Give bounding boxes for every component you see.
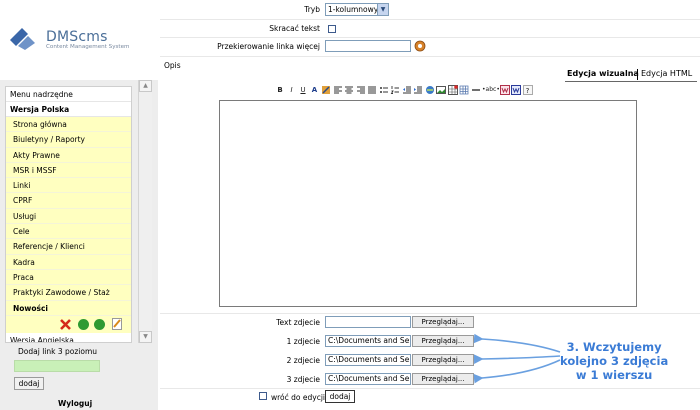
menu-item-msr[interactable]: MSR i MSSF — [6, 162, 131, 179]
annotation-callout: 3. Wczytujemy kolejno 3 zdjęcia w 1 wier… — [560, 340, 668, 382]
move-up-icon[interactable] — [78, 318, 89, 330]
scroll-up-icon[interactable]: ▲ — [139, 80, 152, 92]
photo-1-input[interactable]: C:\Documents and Se — [325, 335, 411, 347]
photo-2-label: 2 zdjecie — [286, 356, 320, 365]
table-grid-icon[interactable] — [459, 85, 469, 95]
add-level3-button[interactable]: dodaj — [14, 377, 44, 390]
row-divider — [160, 388, 700, 389]
return-to-edit-label: wróć do edycji — [271, 393, 325, 402]
bold-button[interactable]: B — [275, 85, 285, 95]
dmscms-logo-icon — [10, 28, 35, 50]
add-level3-label: Dodaj link 3 poziomu — [18, 347, 98, 356]
description-label: Opis — [164, 61, 181, 70]
menu-item-nowosci[interactable]: Nowości — [6, 300, 131, 316]
text-photo-label: Text zdjecie — [276, 318, 320, 327]
abbr-button[interactable]: •abc• — [482, 85, 500, 95]
redirect-link-input[interactable] — [325, 40, 411, 52]
chevron-down-icon: ▼ — [377, 4, 388, 15]
menu-parent-link[interactable]: Menu nadrzędne — [6, 87, 131, 102]
italic-button[interactable]: I — [287, 85, 297, 95]
text-photo-input[interactable] — [325, 316, 411, 328]
insert-image-icon[interactable] — [436, 85, 446, 95]
annotation-arrows — [473, 333, 561, 384]
align-center-icon[interactable] — [344, 85, 354, 95]
mode-select[interactable]: 1-kolumnowy ▼ — [325, 3, 389, 16]
photo-1-browse-button[interactable]: Przeglądaj... — [412, 335, 474, 347]
align-justify-icon[interactable] — [367, 85, 377, 95]
redirect-link-label: Przekierowanie linka więcej — [217, 42, 320, 51]
menu-item-uslugi[interactable]: Usługi — [6, 208, 131, 225]
delete-icon[interactable] — [60, 318, 71, 330]
font-color-button[interactable]: A — [310, 85, 320, 95]
photo-2-input[interactable]: C:\Documents and Se — [325, 354, 411, 366]
logo-title: DMScms — [46, 29, 108, 45]
editor-toolbar: B I U A •abc• ? — [275, 84, 533, 96]
shorten-text-checkbox[interactable] — [328, 25, 336, 33]
annotation-line-3: w 1 wierszu — [575, 368, 653, 382]
add-level3-input[interactable] — [14, 360, 100, 372]
scroll-down-icon[interactable]: ▼ — [139, 331, 152, 343]
underline-button[interactable]: U — [298, 85, 308, 95]
section-title[interactable]: Wersja Polska — [6, 102, 131, 117]
row-divider — [160, 19, 700, 20]
menu-item-actions — [6, 315, 131, 333]
insert-link-icon[interactable] — [425, 85, 435, 95]
return-to-edit-checkbox[interactable] — [259, 392, 267, 400]
align-right-icon[interactable] — [356, 85, 366, 95]
insert-table-icon[interactable] — [447, 85, 458, 95]
menu-item-cele[interactable]: Cele — [6, 224, 131, 240]
edit-icon[interactable] — [112, 317, 122, 330]
shorten-text-label: Skracać tekst — [269, 24, 320, 33]
logo-subtitle: Content Management System — [46, 44, 130, 50]
menu-item-referencje[interactable]: Referencje / Klienci — [6, 239, 131, 255]
photo-3-browse-button[interactable]: Przeglądaj... — [412, 373, 474, 385]
photo-1-label: 1 zdjecie — [286, 337, 320, 346]
submit-add-button[interactable]: dodaj — [325, 390, 355, 403]
abbr-label: abc — [485, 86, 497, 93]
bullet-list-icon[interactable] — [379, 85, 389, 95]
menu-tree: Menu nadrzędne Wersja Polska Strona głów… — [5, 86, 132, 343]
menu-item-linki[interactable]: Linki — [6, 178, 131, 194]
numbered-list-icon[interactable] — [390, 85, 400, 95]
word-paste-icon[interactable] — [499, 85, 510, 95]
menu-item-cprf[interactable]: CPRF — [6, 193, 131, 209]
tab-divider — [637, 69, 638, 80]
content-editor[interactable] — [219, 100, 637, 307]
mode-label: Tryb — [304, 5, 320, 14]
indent-icon[interactable] — [413, 85, 423, 95]
photo-3-label: 3 zdjecie — [286, 375, 320, 384]
logo-area: DMScms Content Management System — [0, 0, 158, 80]
tab-visual-edit[interactable]: Edycja wizualna — [567, 69, 639, 78]
annotation-line-1: 3. Wczytujemy — [566, 340, 662, 354]
tab-html-edit[interactable]: Edycja HTML — [641, 69, 692, 78]
logout-link[interactable]: Wyloguj — [58, 399, 92, 408]
style-picker-icon[interactable] — [321, 85, 331, 95]
row-divider — [160, 37, 700, 38]
help-button[interactable]: ? — [522, 85, 533, 95]
menu-item-strona-glowna[interactable]: Strona główna — [6, 117, 131, 133]
photo-2-browse-button[interactable]: Przeglądaj... — [412, 354, 474, 366]
text-photo-browse-button[interactable]: Przeglądaj... — [412, 316, 474, 328]
annotation-line-2: kolejno 3 zdjęcia — [560, 354, 669, 368]
menu-item-akty-prawne[interactable]: Akty Prawne — [6, 147, 131, 163]
word-clean-icon[interactable] — [511, 85, 521, 95]
horizontal-rule-icon[interactable] — [471, 85, 481, 95]
tab-underline — [565, 81, 697, 82]
link-picker-icon[interactable] — [414, 40, 426, 52]
menu-item-biuletyny[interactable]: Biuletyny / Raporty — [6, 132, 131, 148]
row-divider — [160, 56, 700, 57]
sidebar-scrollbar[interactable]: ▲ ▼ — [138, 80, 152, 343]
menu-item-praca[interactable]: Praca — [6, 269, 131, 286]
photo-3-input[interactable]: C:\Documents and Se — [325, 373, 411, 385]
menu-item-kadra[interactable]: Kadra — [6, 254, 131, 270]
section-title-english[interactable]: Wersja Angielska — [6, 333, 131, 342]
menu-item-praktyki[interactable]: Praktyki Zawodowe / Staż — [6, 285, 131, 301]
move-down-icon[interactable] — [94, 318, 105, 330]
align-left-icon[interactable] — [333, 85, 343, 95]
outdent-icon[interactable] — [402, 85, 412, 95]
mode-select-value: 1-kolumnowy — [328, 5, 379, 14]
row-divider — [160, 313, 700, 314]
